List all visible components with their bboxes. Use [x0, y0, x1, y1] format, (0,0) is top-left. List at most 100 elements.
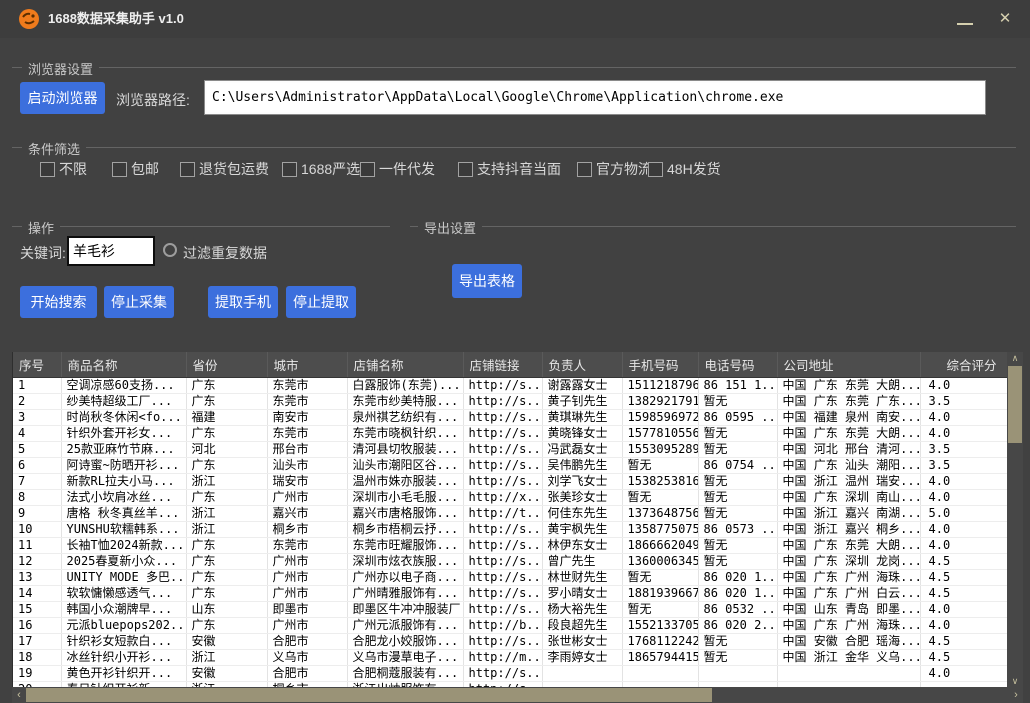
- table-cell: 1: [13, 377, 61, 393]
- table-cell: 罗小晴女士: [542, 585, 622, 601]
- checkbox-icon: [648, 162, 663, 177]
- column-header-rating[interactable]: 综合评分: [920, 352, 1007, 377]
- table-cell: 17: [13, 633, 61, 649]
- column-header-shop[interactable]: 店铺名称: [347, 352, 463, 377]
- table-cell: 13600063451: [622, 553, 698, 569]
- filter-checkbox-return-freight[interactable]: 退货包运费: [180, 160, 269, 178]
- table-row[interactable]: 1空调凉感60支扬...广东东莞市白露服饰(东莞)...http://s...谢…: [13, 377, 1007, 393]
- close-button[interactable]: ✕: [988, 0, 1022, 38]
- table-cell: http://s...: [463, 425, 542, 441]
- column-header-city[interactable]: 城市: [267, 352, 347, 377]
- filter-checkbox-unlimited[interactable]: 不限: [40, 160, 87, 178]
- checkbox-label: 1688严选: [301, 159, 360, 179]
- table-row[interactable]: 18冰丝针织小开衫...浙江义乌市义乌市漫草电子...http://m...李雨…: [13, 649, 1007, 665]
- table-cell: 广州晴雅服饰有...: [347, 585, 463, 601]
- table-row[interactable]: 10YUNSHU软糯韩系...浙江桐乡市桐乡市梧桐云抒...http://s..…: [13, 521, 1007, 537]
- table-row[interactable]: 17针织衫女短款白...安徽合肥市合肥龙小姣服饰...http://s...张世…: [13, 633, 1007, 649]
- table-cell: 中国 广东 汕头 潮阳...: [777, 457, 920, 473]
- table-cell: 冯武磊女士: [542, 441, 622, 457]
- table-row[interactable]: 11长袖T恤2024新款...广东东莞市东莞市旺耀服饰...http://s..…: [13, 537, 1007, 553]
- table-cell: 合肥市: [267, 633, 347, 649]
- table-cell: 暂无: [622, 601, 698, 617]
- table-row[interactable]: 7新款RL拉夫小马...浙江瑞安市温州市姝亦服装...http://s...刘学…: [13, 473, 1007, 489]
- column-header-contact[interactable]: 负责人: [542, 352, 622, 377]
- start-search-button[interactable]: 开始搜索: [20, 286, 97, 318]
- stop-extract-button[interactable]: 停止提取: [286, 286, 356, 318]
- table-row[interactable]: 14软软慵懒感透气...广东广州市广州晴雅服饰有...http://s...罗小…: [13, 585, 1007, 601]
- keyword-input[interactable]: [67, 236, 155, 266]
- table-row[interactable]: 122025春夏新小众...广东广州市深圳市炫衣族服...http://s...…: [13, 553, 1007, 569]
- table-row[interactable]: 19黄色开衫针织开...安徽合肥市合肥桐蔻服装有...http://s...4.…: [13, 665, 1007, 681]
- filter-checkbox-48h-shipping[interactable]: 48H发货: [648, 160, 721, 178]
- table-row[interactable]: 15韩国小众潮牌早...山东即墨市即墨区牛冲冲服装厂http://s...杨大裕…: [13, 601, 1007, 617]
- vertical-scrollbar-thumb[interactable]: [1008, 366, 1022, 443]
- table-cell: 14: [13, 585, 61, 601]
- table-cell: 18819396676: [622, 585, 698, 601]
- horizontal-scrollbar-thumb[interactable]: [26, 688, 712, 702]
- table-cell: 4.0: [920, 617, 1007, 633]
- table-cell: 中国 广东 深圳 龙岗...: [777, 553, 920, 569]
- scroll-up-icon[interactable]: ∧: [1008, 350, 1022, 366]
- column-header-no[interactable]: 序号: [13, 352, 61, 377]
- table-row[interactable]: 3时尚秋冬休闲<fo...福建南安市泉州祺艺纺织有...http://s...黄…: [13, 409, 1007, 425]
- column-header-tel[interactable]: 电话号码: [698, 352, 777, 377]
- table-cell: [777, 665, 920, 681]
- scroll-left-icon[interactable]: ‹: [12, 687, 26, 703]
- table-row[interactable]: 13UNITY MODE 多巴...广东广州市广州亦以电子商...http://…: [13, 569, 1007, 585]
- table-cell: 19: [13, 665, 61, 681]
- table-row[interactable]: 16元派bluepops202...广东广州市广州元派服饰有...http://…: [13, 617, 1007, 633]
- table-cell: 清河县切牧服装...: [347, 441, 463, 457]
- table-cell: 浙江: [186, 505, 267, 521]
- dedupe-radio[interactable]: [163, 243, 177, 257]
- table-cell: 15778105561: [622, 425, 698, 441]
- column-header-mobile[interactable]: 手机号码: [622, 352, 698, 377]
- table-cell: http://s...: [463, 377, 542, 393]
- filter-checkbox-douyin[interactable]: 支持抖音当面: [458, 160, 561, 178]
- checkbox-icon: [360, 162, 375, 177]
- table-cell: http://s...: [463, 601, 542, 617]
- export-table-button[interactable]: 导出表格: [452, 264, 522, 298]
- vertical-scrollbar[interactable]: ∧ ∨: [1007, 352, 1023, 687]
- filter-checkbox-official-logistics[interactable]: 官方物流: [577, 160, 652, 178]
- table-cell: 南安市: [267, 409, 347, 425]
- table-cell: http://x...: [463, 489, 542, 505]
- table-cell: 86 0573 ...: [698, 521, 777, 537]
- minimize-button[interactable]: [948, 0, 982, 38]
- table-cell: 中国 广东 广州 海珠...: [777, 617, 920, 633]
- table-row[interactable]: 525款亚麻竹节麻...河北邢台市清河县切牧服装...http://s...冯武…: [13, 441, 1007, 457]
- table-cell: 3.5: [920, 457, 1007, 473]
- column-header-product[interactable]: 商品名称: [61, 352, 186, 377]
- table-cell: 18657944156: [622, 649, 698, 665]
- column-header-link[interactable]: 店铺链接: [463, 352, 542, 377]
- column-header-province[interactable]: 省份: [186, 352, 267, 377]
- horizontal-scrollbar[interactable]: ‹ ›: [12, 687, 1023, 703]
- table-cell: 暂无: [622, 457, 698, 473]
- scroll-right-icon[interactable]: ›: [1009, 687, 1023, 703]
- filter-checkbox-dropshipping[interactable]: 一件代发: [360, 160, 435, 178]
- stop-collect-button[interactable]: 停止采集: [104, 286, 174, 318]
- table-row[interactable]: 6阿诗蜜~防晒开衫...广东汕头市汕头市潮阳区谷...http://s...吴伟…: [13, 457, 1007, 473]
- extract-phone-button[interactable]: 提取手机: [208, 286, 278, 318]
- table-cell: 15112187960: [622, 377, 698, 393]
- table-cell: 张世彬女士: [542, 633, 622, 649]
- table-cell: 86 0595 ...: [698, 409, 777, 425]
- table-cell: 谢露露女士: [542, 377, 622, 393]
- table-row[interactable]: 4针织外套开衫女...广东东莞市东莞市晓枫针织...http://s...黄晓锋…: [13, 425, 1007, 441]
- table-row[interactable]: 8法式小坎肩冰丝...广东广州市深圳市小毛毛服...http://x...张美珍…: [13, 489, 1007, 505]
- table-cell: 广东: [186, 393, 267, 409]
- filter-checkbox-1688-select[interactable]: 1688严选: [282, 160, 360, 178]
- filter-checkbox-free-shipping[interactable]: 包邮: [112, 160, 159, 178]
- table-cell: 中国 广东 东莞 大朗...: [777, 377, 920, 393]
- table-cell: 4.5: [920, 553, 1007, 569]
- table-cell: 暂无: [698, 633, 777, 649]
- table-cell: 5.0: [920, 505, 1007, 521]
- table-cell: 广东: [186, 489, 267, 505]
- launch-browser-button[interactable]: 启动浏览器: [20, 82, 105, 114]
- browser-path-input[interactable]: [205, 81, 985, 114]
- checkbox-label: 一件代发: [379, 159, 435, 179]
- table-row[interactable]: 2纱美特超级工厂...广东东莞市东莞市纱美特服...http://s...黄子钊…: [13, 393, 1007, 409]
- table-cell: 张美珍女士: [542, 489, 622, 505]
- column-header-address[interactable]: 公司地址: [777, 352, 920, 377]
- table-cell: 河北: [186, 441, 267, 457]
- table-row[interactable]: 9唐格 秋冬真丝羊...浙江嘉兴市嘉兴市唐格服饰...http://t...何佳…: [13, 505, 1007, 521]
